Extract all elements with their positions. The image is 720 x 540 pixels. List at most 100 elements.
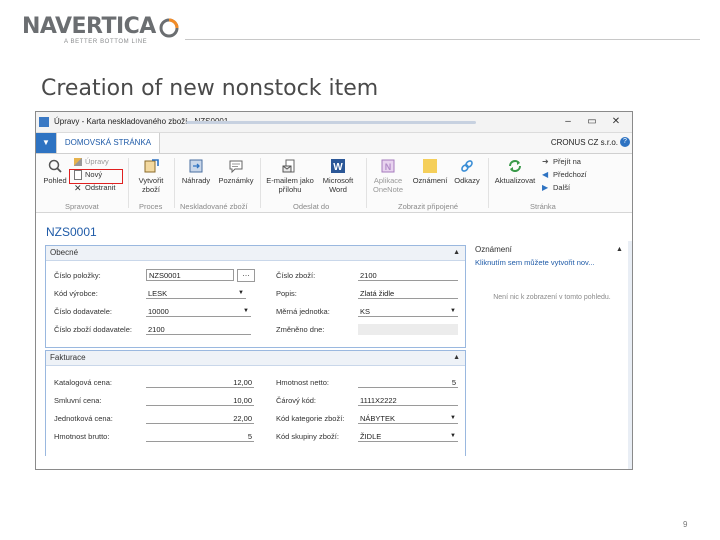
chevron-up-icon[interactable]: ▲ xyxy=(453,246,460,260)
item-no-label: Číslo položky: xyxy=(54,271,101,280)
minimize-button[interactable]: – xyxy=(560,115,576,129)
chevron-down-icon[interactable]: ▼ xyxy=(450,431,456,442)
fasttab-invoicing-header[interactable]: Fakturace ▲ xyxy=(46,351,465,366)
group-label-show-attached: Zobrazit připojené xyxy=(398,202,459,211)
word-button[interactable]: W Microsoft Word xyxy=(319,158,357,194)
comments-button[interactable]: Poznámky xyxy=(216,158,256,185)
refresh-label: Aktualizovat xyxy=(494,176,536,185)
scrollbar[interactable] xyxy=(628,241,632,469)
manufacturer-code-value: LESK xyxy=(148,289,168,298)
refresh-button[interactable]: Aktualizovat xyxy=(492,158,538,185)
edit-label: Úpravy xyxy=(85,157,109,166)
chevron-up-icon[interactable]: ▲ xyxy=(453,351,460,365)
group-label-send-to: Odeslat do xyxy=(293,202,330,211)
group-separator xyxy=(128,158,129,208)
bar-code-label: Čárový kód: xyxy=(276,396,317,405)
fasttab-general-header[interactable]: Obecné ▲ xyxy=(46,246,465,261)
item-no-right-label: Číslo zboží: xyxy=(276,271,316,280)
close-button[interactable]: ✕ xyxy=(608,115,624,129)
manufacturer-code-label: Kód výrobce: xyxy=(54,289,98,298)
view-button[interactable]: Pohled xyxy=(42,158,68,185)
item-category-field[interactable]: NÁBYTEK ▼ xyxy=(358,413,458,424)
arrow-right-icon: ▶ xyxy=(542,183,549,193)
logo-swirl-icon xyxy=(159,18,179,38)
notes-button[interactable]: Oznámení xyxy=(410,158,450,185)
chevron-down-icon[interactable]: ▼ xyxy=(243,306,249,317)
email-label-2: přílohu xyxy=(278,185,302,194)
substitutions-button[interactable]: Náhrady xyxy=(178,158,214,185)
chevron-down-icon[interactable]: ▼ xyxy=(450,413,456,424)
email-attachment-button[interactable]: E-mailem jako přílohu xyxy=(264,158,316,194)
view-label: Pohled xyxy=(43,176,67,185)
item-no-field[interactable]: NZS0001 xyxy=(146,269,234,281)
vendor-item-no-label: Číslo zboží dodavatele: xyxy=(54,325,132,334)
onenote-button[interactable]: N Aplikace OneNote xyxy=(370,158,406,194)
logo-wordmark: NAVERTICA xyxy=(22,14,156,39)
published-cost-field[interactable]: 12,00 xyxy=(146,377,254,388)
ribbon-tabs: ▼ DOMOVSKÁ STRÁNKA CRONUS CZ s.r.o. ? xyxy=(36,133,632,154)
unit-of-measure-value: KS xyxy=(360,307,371,316)
word-label-1: Microsoft xyxy=(322,176,354,185)
product-group-label: Kód skupiny zboží: xyxy=(276,432,339,441)
gross-weight-field[interactable]: 5 xyxy=(146,431,254,442)
arrow-right-icon: ➜ xyxy=(542,157,549,167)
net-weight-field[interactable]: 5 xyxy=(358,377,458,388)
onenote-icon: N xyxy=(381,159,395,173)
notes-label: Oznámení xyxy=(412,176,448,185)
bar-code-field[interactable]: 1111X2222 xyxy=(358,395,458,406)
word-label-2: Word xyxy=(329,185,347,194)
unit-price-field[interactable]: 22,00 xyxy=(146,413,254,424)
notes-empty-message: Není nic k zobrazení v tomto pohledu. xyxy=(493,294,611,301)
onenote-label-2: OneNote xyxy=(372,185,404,194)
links-label: Odkazy xyxy=(454,176,480,185)
file-menu-button[interactable]: ▼ xyxy=(36,133,56,153)
product-group-field[interactable]: ŽIDLE ▼ xyxy=(358,431,458,442)
restore-button[interactable]: ▭ xyxy=(584,115,600,129)
item-category-value: NÁBYTEK xyxy=(360,414,396,423)
slide-title: Creation of new nonstock item xyxy=(41,76,379,101)
fasttab-general: Obecné ▲ Číslo položky: NZS0001 … Kód vý… xyxy=(45,245,466,348)
tab-home[interactable]: DOMOVSKÁ STRÁNKA xyxy=(56,133,160,153)
negotiated-cost-field[interactable]: 10,00 xyxy=(146,395,254,406)
chevron-down-icon[interactable]: ▼ xyxy=(238,288,244,299)
company-name[interactable]: CRONUS CZ s.r.o. xyxy=(551,138,618,147)
links-button[interactable]: Odkazy xyxy=(450,158,484,185)
vendor-no-field[interactable]: 10000 ▼ xyxy=(146,306,251,317)
group-separator xyxy=(260,158,261,208)
unit-price-label: Jednotková cena: xyxy=(54,414,113,423)
group-label-nonstock-item: Neskladované zboží xyxy=(180,202,248,211)
next-button[interactable]: ▶ Další xyxy=(542,183,570,193)
manufacturer-code-field[interactable]: LESK ▼ xyxy=(146,288,246,299)
delete-button[interactable]: ✕ Odstranit xyxy=(74,183,115,193)
description-field[interactable]: Zlatá židle xyxy=(358,288,458,299)
word-icon: W xyxy=(331,159,345,173)
links-icon xyxy=(461,160,473,172)
onenote-label-1: Aplikace xyxy=(373,176,403,185)
goto-button[interactable]: ➜ Přejít na xyxy=(542,157,581,167)
vendor-item-no-field[interactable]: 2100 xyxy=(146,324,251,335)
new-button-highlight xyxy=(69,169,123,184)
comments-label: Poznámky xyxy=(218,176,254,185)
ellipsis-icon[interactable]: … xyxy=(237,269,255,282)
create-item-label-2: zboží xyxy=(142,185,160,194)
create-item-button[interactable]: Vytvořit zboží xyxy=(134,158,168,194)
arrow-left-icon: ◀ xyxy=(542,170,549,180)
help-icon[interactable]: ? xyxy=(620,137,630,147)
fasttab-invoicing-title: Fakturace xyxy=(50,353,86,362)
previous-label: Předchozí xyxy=(553,170,587,179)
unit-of-measure-field[interactable]: KS ▼ xyxy=(358,306,458,317)
last-modified-field xyxy=(358,324,458,335)
fasttab-invoicing: Fakturace ▲ Katalogová cena: 12,00 Smluv… xyxy=(45,350,466,456)
view-icon xyxy=(48,159,62,173)
notes-icon xyxy=(423,159,437,173)
window-titlebar: Úpravy - Karta neskladovaného zboží - NZ… xyxy=(36,112,632,133)
create-note-link[interactable]: Kliknutím sem můžete vytvořit nov... xyxy=(475,258,594,267)
edit-button[interactable]: Úpravy xyxy=(74,157,109,167)
pencil-icon xyxy=(74,158,82,167)
description-label: Popis: xyxy=(276,289,297,298)
fasttab-general-title: Obecné xyxy=(50,248,79,257)
item-no-right-field[interactable]: 2100 xyxy=(358,270,458,281)
chevron-up-icon[interactable]: ▲ xyxy=(616,246,623,253)
previous-button[interactable]: ◀ Předchozí xyxy=(542,170,587,180)
chevron-down-icon[interactable]: ▼ xyxy=(450,306,456,317)
